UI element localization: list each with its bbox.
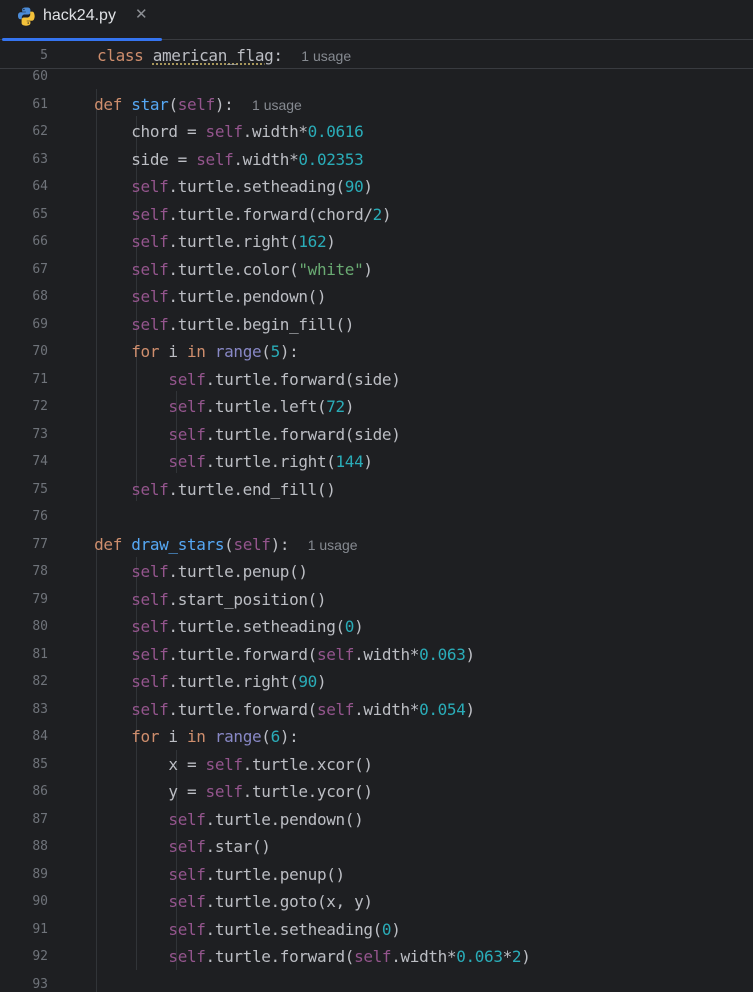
line-number: 79	[32, 591, 48, 607]
python-file-icon	[18, 7, 35, 26]
class-name[interactable]: american_flag	[153, 46, 274, 65]
code-line[interactable]: self.turtle.begin_fill()	[57, 315, 354, 334]
code-line[interactable]: self.turtle.right(144)	[57, 452, 373, 471]
tab-hack24-py[interactable]: hack24.py ✕	[0, 0, 162, 41]
line-number: 84	[32, 729, 48, 744]
line-number: 90	[32, 894, 48, 909]
line-number: 88	[32, 839, 48, 854]
colon: :	[273, 46, 283, 65]
code-line[interactable]: self.turtle.setheading(0)	[57, 920, 400, 939]
line-number: 70	[32, 344, 48, 359]
line-number: 60	[32, 69, 48, 84]
class-keyword: class	[97, 46, 144, 65]
code-line[interactable]: self.turtle.forward(self.width*0.063*2)	[57, 947, 530, 966]
code-line[interactable]: self.turtle.forward(side)	[57, 425, 400, 444]
code-line[interactable]: y = self.turtle.ycor()	[57, 782, 373, 801]
line-number: 91	[32, 921, 48, 937]
line-number: 81	[32, 646, 48, 662]
line-number: 69	[32, 316, 48, 332]
line-number: 80	[32, 619, 48, 634]
line-number: 66	[32, 234, 48, 249]
line-number: 83	[32, 701, 48, 717]
line-number: 77	[32, 536, 48, 552]
line-number: 93	[32, 976, 48, 992]
line-number: 67	[32, 261, 48, 277]
line-number: 68	[32, 289, 48, 304]
line-number: 76	[32, 509, 48, 524]
line-number: 82	[32, 674, 48, 689]
code-line[interactable]: for i in range(5):	[57, 342, 299, 361]
line-number: 65	[32, 206, 48, 222]
code-line[interactable]: self.turtle.setheading(0)	[57, 617, 363, 636]
line-number: 74	[32, 454, 48, 469]
line-number: 75	[32, 481, 48, 497]
code-line[interactable]: self.turtle.right(162)	[57, 232, 336, 251]
code-line[interactable]: self.turtle.forward(side)	[57, 370, 400, 389]
code-line[interactable]: self.turtle.setheading(90)	[57, 177, 373, 196]
line-number: 87	[32, 811, 48, 827]
line-number: 5	[40, 48, 48, 63]
code-line[interactable]: self.turtle.forward(chord/2)	[57, 205, 391, 224]
line-number: 85	[32, 756, 48, 772]
line-number: 63	[32, 151, 48, 167]
tab-title: hack24.py	[43, 7, 116, 24]
usage-hint[interactable]: 1 usage	[308, 537, 358, 553]
code-line[interactable]: self.turtle.left(72)	[57, 397, 354, 416]
code-line[interactable]: self.turtle.penup()	[57, 865, 345, 884]
line-number: 89	[32, 866, 48, 882]
code-line[interactable]: def draw_stars(self): 1 usage	[57, 535, 358, 554]
code-line[interactable]: x = self.turtle.xcor()	[57, 755, 373, 774]
line-number: 71	[32, 371, 48, 387]
code-line[interactable]: side = self.width*0.02353	[57, 150, 363, 169]
code-line[interactable]: chord = self.width*0.0616	[57, 122, 363, 141]
code-line[interactable]: self.turtle.forward(self.width*0.054)	[57, 700, 475, 719]
line-number: 64	[32, 179, 48, 194]
code-line[interactable]: for i in range(6):	[57, 727, 299, 746]
editor-tab-bar: hack24.py ✕	[0, 0, 753, 41]
line-number: 61	[32, 96, 48, 112]
sticky-class-header[interactable]: 5 class american_flag: 1 usage	[0, 41, 753, 69]
usage-hint[interactable]: 1 usage	[301, 48, 351, 64]
code-line[interactable]: self.turtle.pendown()	[57, 810, 363, 829]
code-line[interactable]: self.turtle.end_fill()	[57, 480, 336, 499]
code-line[interactable]: self.turtle.goto(x, y)	[57, 892, 373, 911]
code-line: class american_flag: 1 usage	[97, 46, 351, 65]
usage-hint[interactable]: 1 usage	[252, 97, 302, 113]
code-line[interactable]: self.turtle.penup()	[57, 562, 308, 581]
line-number: 86	[32, 784, 48, 799]
line-number: 78	[32, 564, 48, 579]
code-line[interactable]: def star(self): 1 usage	[57, 95, 302, 114]
code-line[interactable]: self.star()	[57, 837, 270, 856]
close-icon[interactable]: ✕	[135, 5, 148, 23]
line-number: 72	[32, 399, 48, 414]
code-line[interactable]: self.turtle.right(90)	[57, 672, 326, 691]
line-number: 73	[32, 426, 48, 442]
code-line[interactable]: self.turtle.pendown()	[57, 287, 326, 306]
line-number: 62	[32, 124, 48, 139]
line-number: 92	[32, 949, 48, 964]
code-line[interactable]: self.turtle.forward(self.width*0.063)	[57, 645, 475, 664]
code-line[interactable]: self.start_position()	[57, 590, 326, 609]
code-line[interactable]: self.turtle.color("white")	[57, 260, 373, 279]
code-editor[interactable]: 60 61 def star(self): 1 usage 62 chord = s…	[0, 69, 753, 992]
